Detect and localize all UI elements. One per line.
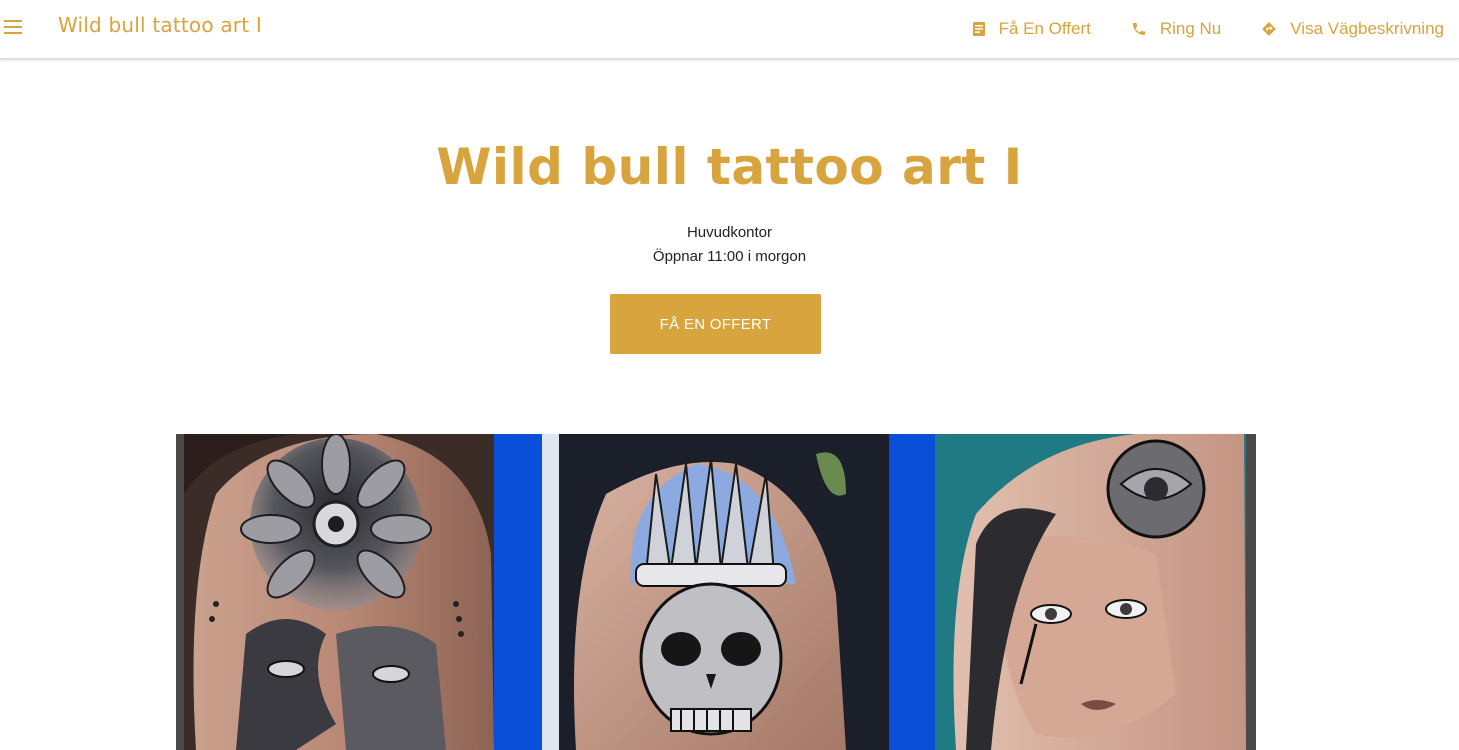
nav-call-now-label: Ring Nu [1159,19,1222,38]
opening-hours: Öppnar 11:00 i morgon [652,248,807,265]
top-app-bar: Wild bull tattoo art I Få En Offert Ring… [0,0,1459,59]
nav-call-now[interactable]: Ring Nu [1131,19,1221,39]
brand-name[interactable]: Wild bull tattoo art I [58,13,262,37]
header-nav: Få En Offert Ring Nu Visa Vägbeskrivning [932,0,1444,58]
page-title: Wild bull tattoo art I [436,138,1023,196]
hamburger-menu-icon[interactable] [4,16,26,38]
nav-get-quote[interactable]: Få En Offert [972,19,1091,39]
directions-icon [1262,22,1276,36]
quote-document-icon [972,22,985,36]
nav-directions[interactable]: Visa Vägbeskrivning [1261,19,1444,39]
get-quote-button[interactable]: FÅ EN OFFERT [610,294,821,354]
hero-image [176,434,1256,750]
nav-get-quote-label: Få En Offert [998,19,1091,38]
phone-icon [1132,23,1145,35]
nav-directions-label: Visa Vägbeskrivning [1290,19,1444,38]
tattoo-collage-image [176,434,1256,750]
location-label: Huvudkontor [686,224,773,241]
